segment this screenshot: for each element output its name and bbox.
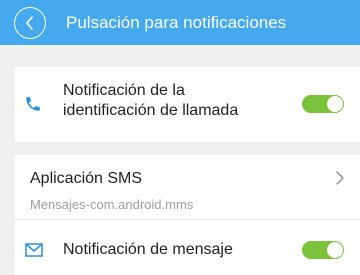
call-notification-label-line1: Notificación de la — [63, 82, 185, 99]
chevron-left-circle-icon — [26, 15, 33, 30]
call-notification-row[interactable]: Notificación de la identificación de lla… — [15, 67, 360, 142]
sms-app-label: Aplicación SMS — [30, 170, 143, 187]
app-header: Pulsación para notificaciones — [0, 0, 360, 45]
sms-settings-card: Aplicación SMS Mensajes-com.android.mms … — [15, 155, 360, 275]
call-notification-label-line2: identificación de llamada — [63, 102, 239, 119]
message-notification-toggle[interactable] — [302, 241, 344, 259]
back-button[interactable] — [14, 6, 46, 39]
toggle-knob — [327, 96, 343, 112]
toggle-knob — [327, 242, 343, 258]
sms-app-row[interactable]: Aplicación SMS Mensajes-com.android.mms — [15, 155, 360, 219]
mail-icon — [25, 243, 43, 257]
phone-icon — [26, 97, 40, 111]
sms-app-value: Mensajes-com.android.mms — [30, 197, 194, 212]
call-notification-card: Notificación de la identificación de lla… — [15, 67, 360, 142]
page-title: Pulsación para notificaciones — [66, 12, 287, 32]
call-notification-toggle[interactable] — [302, 95, 344, 113]
message-notification-row[interactable]: Notificación de mensaje — [15, 220, 360, 275]
message-notification-label: Notificación de mensaje — [63, 241, 233, 258]
chevron-right-icon — [336, 171, 344, 185]
